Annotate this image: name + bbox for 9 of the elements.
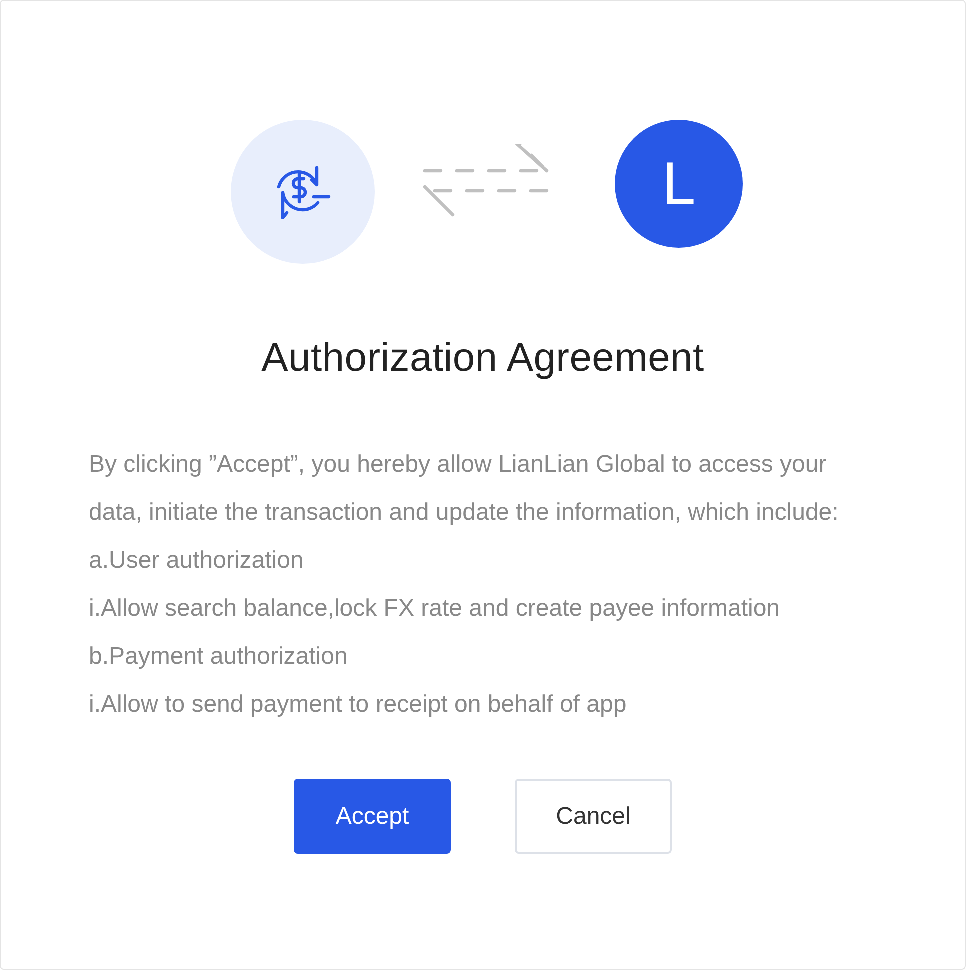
cancel-button[interactable]: Cancel	[515, 779, 672, 854]
agreement-text: By clicking ”Accept”, you hereby allow LianLian Global to access your data, initiate the transaction and update the information, which include:	[89, 450, 840, 528]
agreement-text: i.Allow search balance,lock FX rate and create payee information	[89, 594, 782, 624]
dialog-title: Authorization Agreement	[262, 336, 704, 381]
partner-logo: L	[615, 120, 743, 248]
agreement-text: b.Payment authorization	[89, 642, 349, 672]
accept-button[interactable]: Accept	[294, 779, 451, 854]
agreement-text: a.User authorization	[89, 546, 305, 576]
agreement-text: i.Allow to send payment to receipt on behalf of app	[89, 690, 628, 720]
